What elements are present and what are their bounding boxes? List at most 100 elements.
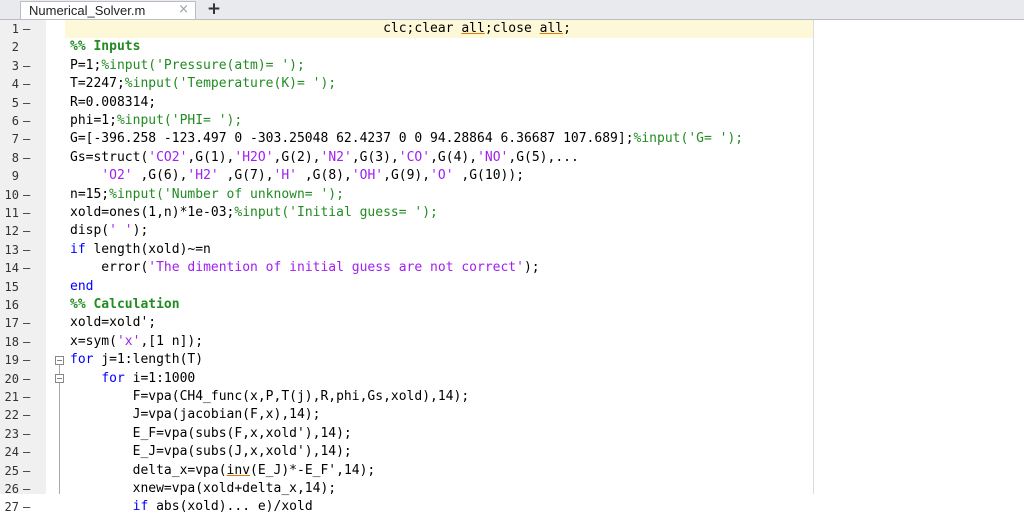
line-number: 7 [11,132,19,147]
code-text[interactable]: J=vpa(jacobian(F,x),14); [70,406,321,424]
code-line[interactable]: 21 — F=vpa(CH4_func(x,P,T(j),R,phi,Gs,xol… [0,388,1024,406]
line-number: 8 [11,150,19,165]
breakpoint-marker[interactable]: — [23,333,30,351]
breakpoint-marker[interactable]: — [23,94,30,112]
code-line[interactable]: 20 — for i=1:1000 [0,370,1024,388]
code-text[interactable]: xold=ones(1,n)*1e-03;%input('Initial gue… [70,204,438,222]
line-number: 26 [4,482,19,496]
code-text[interactable]: E_F=vpa(subs(F,x,xold'),14); [70,425,352,443]
code-line[interactable]: 10 — n=15;%input('Number of unknown= '); [0,186,1024,204]
code-text[interactable]: %% Calculation [70,296,180,314]
code-line[interactable]: 3 — P=1;%input('Pressure(atm)= '); [0,57,1024,75]
line-number: 17 [4,316,19,331]
breakpoint-marker[interactable]: — [23,370,30,388]
code-text[interactable]: 'O2' ,G(6),'H2' ,G(7),'H' ,G(8),'OH',G(9… [70,167,524,185]
code-line[interactable]: 6 — phi=1;%input('PHI= '); [0,112,1024,130]
code-text[interactable]: clc;clear all;close all; [70,20,571,38]
code-text[interactable]: for i=1:1000 [70,370,195,388]
code-text[interactable]: xnew=vpa(xold+delta_x,14); [70,480,337,498]
line-number: 3 [11,58,19,73]
code-text[interactable]: T=2247;%input('Temperature(K)= '); [70,75,336,93]
breakpoint-marker[interactable]: — [23,498,30,516]
code-text[interactable]: disp(' '); [70,222,148,240]
breakpoint-marker[interactable]: — [23,425,30,443]
code-line[interactable]: 7 — G=[-396.258 -123.497 0 -303.25048 62.4… [0,130,1024,148]
line-number: 11 [4,206,19,220]
code-line[interactable]: 24 — E_J=vpa(subs(J,x,xold'),14); [0,443,1024,461]
breakpoint-marker[interactable]: — [23,406,30,424]
line-number: 6 [11,114,19,128]
code-line[interactable]: 11 — xold=ones(1,n)*1e-03;%input('Initial … [0,204,1024,222]
code-text[interactable]: F=vpa(CH4_func(x,P,T(j),R,phi,Gs,xold),1… [70,388,470,406]
code-line[interactable]: 19 — for j=1:length(T) [0,351,1024,369]
breakpoint-marker[interactable]: — [23,149,30,167]
code-text[interactable]: x=sym('x',[1 n]); [70,333,203,351]
code-line[interactable]: 8 — Gs=struct('CO2',G(1),'H2O',G(2),'N2',G… [0,149,1024,167]
code-line[interactable]: 16 %% Calculation [0,296,1024,314]
breakpoint-marker[interactable]: — [23,480,30,498]
code-text[interactable]: Gs=struct('CO2',G(1),'H2O',G(2),'N2',G(3… [70,149,579,167]
code-text[interactable]: xold=xold'; [70,314,156,332]
tab-title: Numerical_Solver.m [29,3,146,18]
line-number: 12 [4,224,19,239]
new-tab-button[interactable]: + [200,0,228,19]
breakpoint-marker[interactable]: — [23,20,30,38]
breakpoint-marker[interactable]: — [23,462,30,480]
code-text[interactable]: error('The dimention of initial guess ar… [70,259,539,277]
code-line[interactable]: 1 — clc;clear all;close all; [0,20,1024,39]
breakpoint-marker[interactable]: — [23,204,30,222]
line-number: 4 [11,77,19,92]
code-text[interactable]: %% Inputs [70,38,140,56]
code-text[interactable]: R=0.008314; [70,94,156,112]
line-number: 5 [11,95,19,110]
breakpoint-marker[interactable]: — [23,130,30,148]
code-line[interactable]: 25 — delta_x=vpa(inv(E_J)*-E_F',14); [0,462,1024,480]
code-text[interactable]: if abs(xold)... e)/xold [70,498,313,516]
line-number: 9 [11,169,19,184]
code-line[interactable]: 13 — if length(xold)~=n [0,241,1024,259]
code-text[interactable]: for j=1:length(T) [70,351,203,369]
code-line[interactable]: 12 — disp(' '); [0,222,1024,240]
code-text[interactable]: if length(xold)~=n [70,241,211,259]
code-line[interactable]: 22 — J=vpa(jacobian(F,x),14); [0,406,1024,424]
breakpoint-marker[interactable]: — [23,314,30,332]
code-text[interactable]: E_J=vpa(subs(J,x,xold'),14); [70,443,352,461]
breakpoint-marker[interactable]: — [23,112,30,130]
line-number: 2 [11,40,19,55]
code-line[interactable]: 2 %% Inputs [0,38,1024,56]
code-line[interactable]: 26 — xnew=vpa(xold+delta_x,14); [0,480,1024,498]
line-number: 14 [4,261,19,276]
breakpoint-marker[interactable]: — [23,259,30,277]
code-line[interactable]: 17 — xold=xold'; [0,314,1024,332]
code-text[interactable]: P=1;%input('Pressure(atm)= '); [70,57,305,75]
code-line[interactable]: 23 — E_F=vpa(subs(F,x,xold'),14); [0,425,1024,443]
line-number: 1 [11,22,19,36]
line-number: 27 [4,500,19,515]
breakpoint-marker[interactable]: — [23,75,30,93]
code-line[interactable]: 18 — x=sym('x',[1 n]); [0,333,1024,351]
breakpoint-marker[interactable]: — [23,351,30,369]
breakpoint-marker[interactable]: — [23,443,30,461]
code-text[interactable]: delta_x=vpa(inv(E_J)*-E_F',14); [70,462,376,480]
code-text[interactable]: G=[-396.258 -123.497 0 -303.25048 62.423… [70,130,743,148]
line-number: 24 [4,445,19,460]
close-icon[interactable]: × [178,2,189,17]
code-line[interactable]: 27 — if abs(xold)... e)/xold [0,498,1024,516]
code-line[interactable]: 15 end [0,278,1024,296]
code-text[interactable]: n=15;%input('Number of unknown= '); [70,186,344,204]
tab-numerical-solver[interactable]: Numerical_Solver.m × [20,1,196,19]
line-number: 22 [4,408,19,423]
code-line[interactable]: 14 — error('The dimention of initial gues… [0,259,1024,277]
breakpoint-marker[interactable]: — [23,186,30,204]
code-line[interactable]: 4 — T=2247;%input('Temperature(K)= '); [0,75,1024,93]
code-line[interactable]: 5 — R=0.008314; [0,94,1024,112]
code-editor[interactable]: − − 1— clc;clear all;close all; 2%% Input… [0,20,1024,514]
breakpoint-marker[interactable]: — [23,241,30,259]
breakpoint-marker[interactable]: — [23,388,30,406]
breakpoint-marker[interactable]: — [23,57,30,75]
code-line[interactable]: 9 'O2' ,G(6),'H2' ,G(7),'H' ,G(8),'OH',G… [0,167,1024,185]
code-text[interactable]: end [70,278,93,296]
breakpoint-marker[interactable]: — [23,222,30,240]
line-number: 23 [4,426,19,441]
code-text[interactable]: phi=1;%input('PHI= '); [70,112,242,130]
